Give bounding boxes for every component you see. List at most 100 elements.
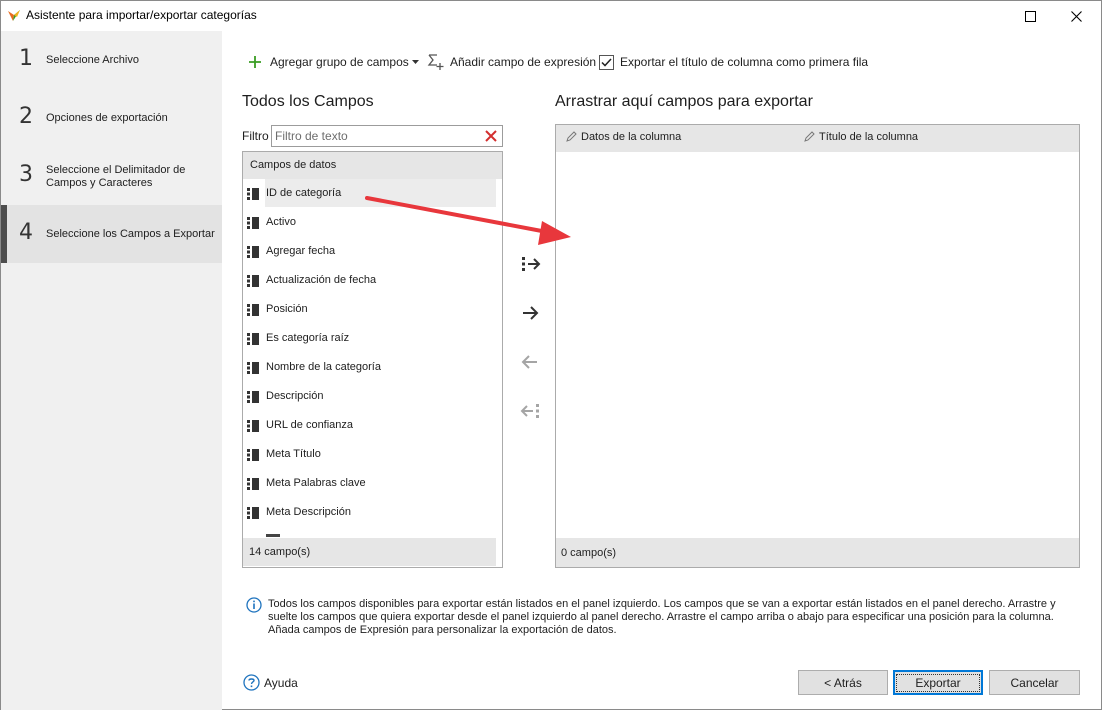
- add-expression-field-label: Añadir campo de expresión: [450, 55, 597, 69]
- help-icon: [243, 674, 260, 691]
- drag-handle-icon[interactable]: [247, 217, 261, 229]
- help-link[interactable]: Ayuda: [243, 674, 298, 691]
- step-2[interactable]: 2 Opciones de exportación: [1, 89, 222, 147]
- drag-handle-icon[interactable]: [247, 333, 261, 345]
- cancel-button[interactable]: Cancelar: [989, 670, 1080, 695]
- maximize-icon: [1024, 10, 1036, 22]
- drag-handle-icon[interactable]: [247, 478, 261, 490]
- export-title-label: Exportar el título de columna como prime…: [620, 55, 869, 69]
- info-text: Todos los campos disponibles para export…: [268, 598, 1056, 636]
- field-list-item[interactable]: URL de confianza: [243, 411, 502, 440]
- column-title-label: Título de la columna: [819, 131, 919, 143]
- field-name: Actualización de fecha: [266, 274, 377, 286]
- close-button[interactable]: [1053, 1, 1099, 31]
- field-name: Meta Palabras clave: [266, 477, 366, 489]
- partial-drag-icon: [266, 534, 280, 537]
- step-label: Seleccione el Delimitador de Campos y Ca…: [46, 164, 186, 189]
- field-name: Nombre de la categoría: [266, 361, 381, 373]
- field-list-item[interactable]: Meta Descripción: [243, 498, 502, 527]
- column-title-header[interactable]: Título de la columna: [803, 131, 918, 143]
- app-logo-icon: [8, 10, 20, 21]
- sigma-plus-icon: [427, 54, 444, 70]
- pencil-icon: [566, 131, 577, 142]
- maximize-button[interactable]: [1007, 1, 1053, 31]
- field-group-label: Campos de datos: [250, 159, 337, 171]
- plus-icon: [249, 56, 261, 68]
- field-count: 14 campo(s): [249, 546, 311, 558]
- close-icon: [1070, 10, 1082, 22]
- all-fields-heading: Todos los Campos: [242, 93, 374, 110]
- info-icon: [246, 597, 262, 613]
- window-title: Asistente para importar/exportar categor…: [26, 8, 257, 22]
- field-count-bar: 14 campo(s): [243, 538, 496, 566]
- field-list-item[interactable]: Actualización de fecha: [243, 266, 502, 295]
- move-right-button[interactable]: [515, 298, 545, 328]
- field-list-item[interactable]: Descripción: [243, 382, 502, 411]
- drag-handle-icon[interactable]: [247, 275, 261, 287]
- add-field-group-label: Agregar grupo de campos: [270, 55, 409, 69]
- checkbox-box[interactable]: [599, 54, 614, 70]
- drag-handle-icon[interactable]: [247, 391, 261, 403]
- field-name: URL de confianza: [266, 419, 354, 431]
- field-name: Activo: [266, 216, 296, 228]
- step-number: 1: [19, 46, 33, 71]
- field-list-item[interactable]: Meta Título: [243, 440, 502, 469]
- column-data-label: Datos de la columna: [581, 131, 682, 143]
- move-all-left-button[interactable]: [515, 396, 545, 426]
- export-columns-header: Datos de la columna Título de la columna: [556, 125, 1079, 152]
- filter-label: Filtro: [242, 129, 269, 143]
- drag-handle-icon[interactable]: [247, 449, 261, 461]
- drag-handle-icon[interactable]: [247, 362, 261, 374]
- checkmark-icon: [601, 57, 612, 67]
- export-fields-drop-zone[interactable]: Datos de la columna Título de la columna…: [555, 124, 1080, 568]
- title-bar: Asistente para importar/exportar categor…: [1, 1, 1101, 31]
- all-fields-list[interactable]: Campos de datos ID de categoría Activo Agr…: [242, 151, 503, 568]
- filter-input[interactable]: [271, 125, 503, 147]
- dialog-window: Asistente para importar/exportar categor…: [0, 0, 1102, 710]
- field-name: Es categoría raíz: [266, 332, 350, 344]
- field-list-item[interactable]: Posición: [243, 295, 502, 324]
- export-field-count: 0 campo(s): [561, 547, 617, 559]
- move-left-button[interactable]: [515, 347, 545, 377]
- export-count-bar: 0 campo(s): [556, 538, 1079, 567]
- step-label: Opciones de exportación: [46, 112, 168, 124]
- field-list-item[interactable]: Nombre de la categoría: [243, 353, 502, 382]
- field-name: Meta Título: [266, 448, 321, 460]
- export-title-checkbox[interactable]: Exportar el título de columna como prime…: [599, 53, 868, 71]
- move-all-left-icon: [520, 404, 539, 418]
- chevron-down-icon: [411, 59, 419, 64]
- field-name: Descripción: [266, 390, 324, 402]
- field-list-item[interactable]: Meta Palabras clave: [243, 469, 502, 498]
- drag-handle-icon[interactable]: [247, 188, 261, 200]
- add-expression-field-button[interactable]: Añadir campo de expresión: [427, 53, 596, 71]
- field-name: Posición: [266, 303, 308, 315]
- field-list-item[interactable]: Activo: [243, 208, 502, 237]
- step-4[interactable]: 4 Seleccione los Campos a Exportar: [1, 205, 222, 263]
- help-label: Ayuda: [264, 675, 298, 690]
- column-data-header[interactable]: Datos de la columna: [565, 131, 681, 143]
- back-button[interactable]: < Atrás: [798, 670, 888, 695]
- field-list-item[interactable]: ID de categoría: [243, 179, 502, 208]
- drag-handle-icon[interactable]: [247, 246, 261, 258]
- step-3[interactable]: 3 Seleccione el Delimitador de Campos y …: [1, 147, 222, 205]
- field-list-item[interactable]: Es categoría raíz: [243, 324, 502, 353]
- export-button[interactable]: Exportar: [893, 670, 983, 695]
- add-field-group-button[interactable]: Agregar grupo de campos: [247, 53, 419, 71]
- step-1[interactable]: 1 Seleccione Archivo: [1, 31, 222, 89]
- step-label: Seleccione los Campos a Exportar: [46, 228, 215, 240]
- field-name: Meta Descripción: [266, 506, 351, 518]
- field-list-item[interactable]: Agregar fecha: [243, 237, 502, 266]
- wizard-steps-panel: 1 Seleccione Archivo 2 Opciones de expor…: [1, 31, 222, 710]
- drag-handle-icon[interactable]: [247, 420, 261, 432]
- step-number: 3: [19, 162, 33, 187]
- step-number: 4: [19, 220, 33, 245]
- move-all-right-icon: [522, 257, 541, 271]
- field-group-header[interactable]: Campos de datos: [243, 152, 502, 179]
- drag-handle-icon[interactable]: [247, 304, 261, 316]
- drag-handle-icon[interactable]: [247, 507, 261, 519]
- drop-zone-heading: Arrastrar aquí campos para exportar: [555, 93, 813, 110]
- move-all-right-button[interactable]: [515, 249, 545, 279]
- clear-filter-icon[interactable]: [483, 128, 499, 144]
- field-name: ID de categoría: [266, 187, 342, 199]
- step-label: Seleccione Archivo: [46, 54, 139, 66]
